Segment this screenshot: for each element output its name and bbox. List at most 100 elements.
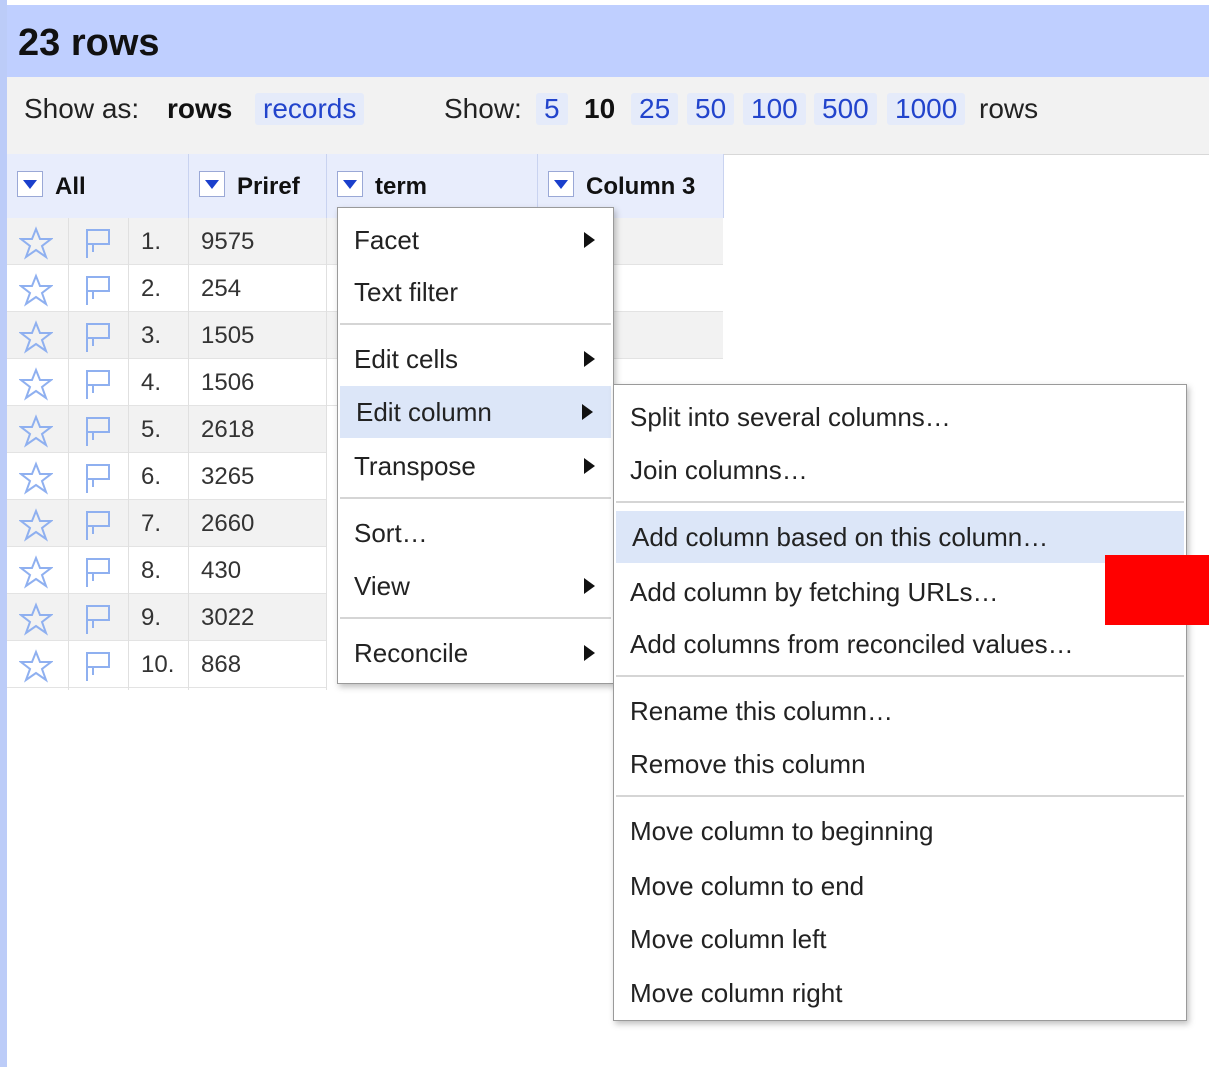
column-divider <box>68 218 69 690</box>
priref-cell: 1506 <box>201 369 255 396</box>
row-number: 1. <box>141 228 162 255</box>
priref-cell: 868 <box>201 651 242 678</box>
page-size-10[interactable]: 10 <box>576 93 623 125</box>
star-icon[interactable] <box>18 649 54 683</box>
flag-icon[interactable] <box>79 273 115 307</box>
star-icon[interactable] <box>18 414 54 448</box>
priref-cell: 2618 <box>201 416 255 443</box>
menu-item-label: Sort… <box>354 518 428 548</box>
column-dropdown-icon[interactable] <box>17 171 43 197</box>
star-icon[interactable] <box>18 555 54 589</box>
menu-item-sort[interactable]: Sort… <box>338 507 613 559</box>
submenu-arrow-icon <box>584 458 595 474</box>
flag-icon[interactable] <box>79 461 115 495</box>
column-dropdown-icon[interactable] <box>199 171 225 197</box>
page-size-50[interactable]: 50 <box>687 93 735 125</box>
menu-separator <box>340 497 611 499</box>
column-header-label: term <box>375 173 428 200</box>
flag-icon[interactable] <box>79 367 115 401</box>
table-row: 6. 3265 <box>7 453 327 500</box>
submenu-item-join-columns[interactable]: Join columns… <box>614 444 1186 496</box>
menu-item-text-filter[interactable]: Text filter <box>338 266 613 318</box>
menu-item-label: Facet <box>354 225 420 255</box>
row-number: 5. <box>141 416 162 443</box>
star-icon[interactable] <box>18 461 54 495</box>
table-row: 8. 430 <box>7 547 327 594</box>
menu-separator <box>340 323 611 325</box>
table-row: 5. 2618 <box>7 406 327 453</box>
menu-item-label: Edit column <box>356 397 492 427</box>
flag-icon[interactable] <box>79 320 115 354</box>
star-icon[interactable] <box>18 367 54 401</box>
page-size-100[interactable]: 100 <box>743 93 806 125</box>
menu-item-view[interactable]: View <box>338 560 613 612</box>
submenu-arrow-icon <box>584 232 595 248</box>
left-border <box>0 0 7 1067</box>
column-dropdown-icon[interactable] <box>548 171 574 197</box>
row-number: 7. <box>141 510 162 537</box>
flag-icon[interactable] <box>79 602 115 636</box>
red-redaction-box <box>1105 555 1209 625</box>
menu-item-edit-cells[interactable]: Edit cells <box>338 333 613 385</box>
menu-item-facet[interactable]: Facet <box>338 214 613 266</box>
page-size-500[interactable]: 500 <box>814 93 877 125</box>
submenu-item-rename-column[interactable]: Rename this column… <box>614 685 1186 737</box>
star-icon[interactable] <box>18 602 54 636</box>
submenu-item-remove-column[interactable]: Remove this column <box>614 738 1186 790</box>
column-header-label: Column 3 <box>586 173 696 200</box>
column-dropdown-icon[interactable] <box>337 171 363 197</box>
menu-separator <box>616 501 1184 503</box>
submenu-arrow-icon <box>584 351 595 367</box>
menu-item-transpose[interactable]: Transpose <box>338 440 613 492</box>
flag-icon[interactable] <box>79 649 115 683</box>
submenu-item-split-columns[interactable]: Split into several columns… <box>614 391 1186 443</box>
column-divider <box>128 218 129 690</box>
row-number: 9. <box>141 604 162 631</box>
menu-item-reconcile[interactable]: Reconcile <box>338 627 613 679</box>
submenu-item-move-right[interactable]: Move column right <box>614 967 1186 1019</box>
row-number: 3. <box>141 322 162 349</box>
priref-cell: 9575 <box>201 228 255 255</box>
mode-records-option[interactable]: records <box>255 93 365 125</box>
star-icon[interactable] <box>18 273 54 307</box>
priref-cell: 2660 <box>201 510 255 537</box>
menu-separator <box>616 795 1184 797</box>
flag-icon[interactable] <box>79 414 115 448</box>
show-as-label: Show as: <box>24 93 140 124</box>
menu-item-edit-column[interactable]: Edit column <box>340 386 611 438</box>
star-icon[interactable] <box>18 226 54 260</box>
priref-cell: 3265 <box>201 463 255 490</box>
table-row: 9. 3022 <box>7 594 327 641</box>
flag-icon[interactable] <box>79 226 115 260</box>
show-label: Show: <box>444 93 522 124</box>
submenu-arrow-icon <box>584 645 595 661</box>
submenu-item-add-columns-reconciled[interactable]: Add columns from reconciled values… <box>614 618 1186 670</box>
table-row: 10. 868 <box>7 641 327 688</box>
submenu-item-move-to-end[interactable]: Move column to end <box>614 860 1186 912</box>
mode-rows-option[interactable]: rows <box>159 93 240 125</box>
column-divider <box>188 218 189 690</box>
submenu-item-move-left[interactable]: Move column left <box>614 913 1186 965</box>
page-size-5[interactable]: 5 <box>536 93 568 125</box>
submenu-item-add-column-fetching-urls[interactable]: Add column by fetching URLs… <box>614 566 1186 618</box>
submenu-item-move-to-beginning[interactable]: Move column to beginning <box>614 805 1186 857</box>
flag-icon[interactable] <box>79 555 115 589</box>
submenu-item-add-column-based[interactable]: Add column based on this column… <box>616 511 1184 563</box>
menu-item-label: Reconcile <box>354 638 469 668</box>
star-icon[interactable] <box>18 320 54 354</box>
column-header-priref[interactable]: Priref <box>189 154 327 218</box>
flag-icon[interactable] <box>79 508 115 542</box>
star-icon[interactable] <box>18 508 54 542</box>
edit-column-submenu: Split into several columns… Join columns… <box>613 384 1187 1021</box>
page-size-25[interactable]: 25 <box>631 93 679 125</box>
submenu-arrow-icon <box>584 578 595 594</box>
page-size-1000[interactable]: 1000 <box>887 93 966 125</box>
submenu-arrow-icon <box>582 404 593 420</box>
row-count-title: 23 rows <box>18 22 160 64</box>
priref-cell: 430 <box>201 557 242 584</box>
column-header-all[interactable]: All <box>7 154 189 218</box>
menu-item-label: Transpose <box>354 451 476 481</box>
menu-separator <box>340 617 611 619</box>
menu-item-label: View <box>354 571 410 601</box>
menu-separator <box>616 675 1184 677</box>
